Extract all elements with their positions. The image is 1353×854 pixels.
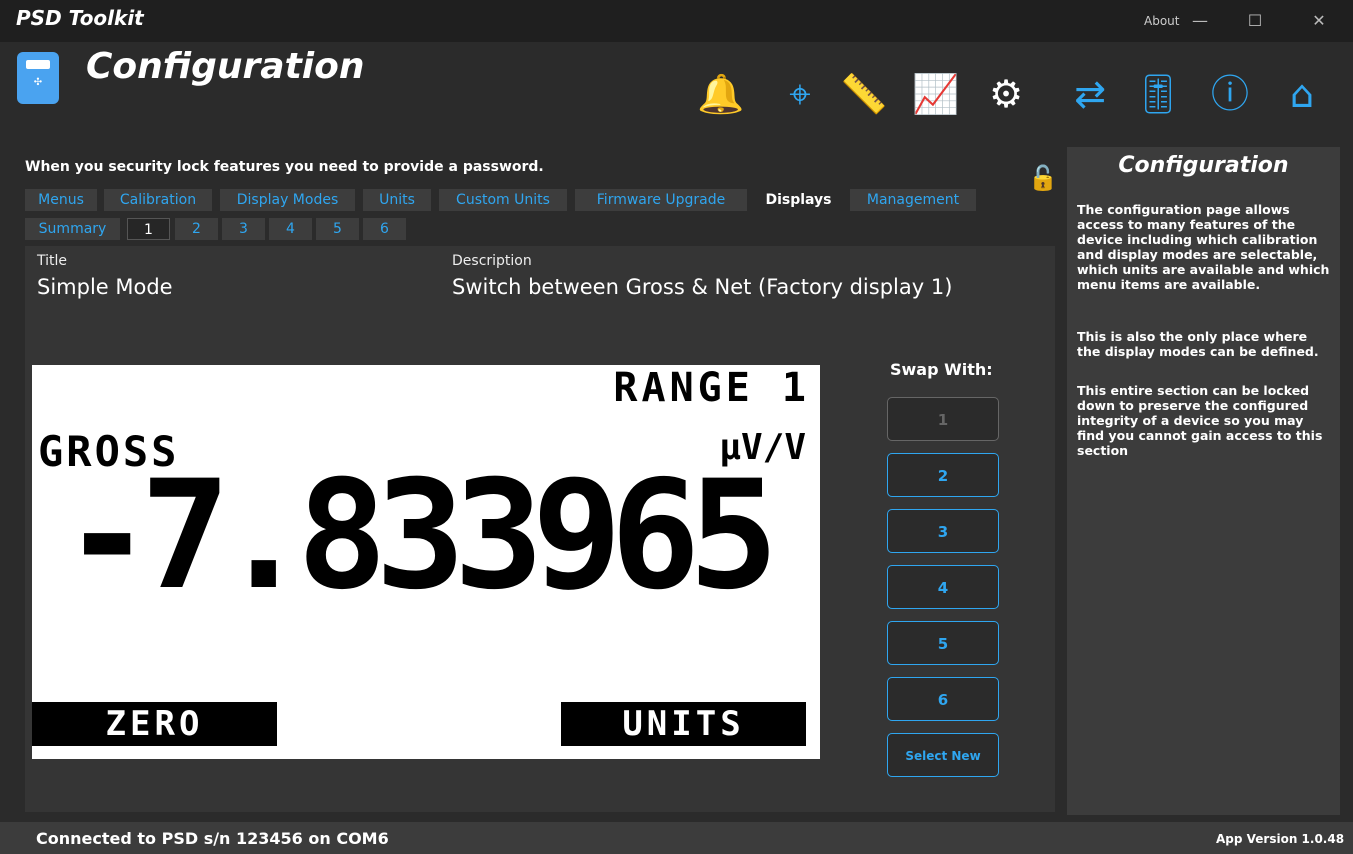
tab-firmware-upgrade[interactable]: Firmware Upgrade — [575, 189, 747, 211]
lcd-preview: RANGE 1 GROSS µV/V -7.833965 ZERO UNITS — [32, 365, 820, 759]
page-title: Configuration — [86, 46, 365, 87]
target-icon[interactable]: ⌖ — [776, 70, 824, 118]
info-title: Configuration — [1118, 153, 1289, 178]
info-paragraph: This entire section can be locked down t… — [1077, 383, 1323, 458]
swap-button-1: 1 — [887, 397, 999, 441]
tab-custom-units[interactable]: Custom Units — [439, 189, 567, 211]
info-icon[interactable]: ⓘ — [1206, 70, 1254, 118]
description-value: Switch between Gross & Net (Factory disp… — [452, 275, 953, 299]
swap-button-6[interactable]: 6 — [887, 677, 999, 721]
app-version: App Version 1.0.48 — [1216, 832, 1345, 846]
home-icon[interactable]: ⌂ — [1278, 70, 1326, 118]
lock-message: When you security lock features you need… — [25, 159, 544, 175]
lcd-zero-button: ZERO — [32, 702, 277, 746]
subtab-summary[interactable]: Summary — [25, 218, 120, 240]
title-label: Title — [37, 253, 68, 269]
alarm-icon[interactable]: 🔔 — [697, 70, 745, 118]
swap-button-5[interactable]: 5 — [887, 621, 999, 665]
tab-units[interactable]: Units — [363, 189, 431, 211]
tab-calibration[interactable]: Calibration — [104, 189, 212, 211]
lcd-units-button: UNITS — [561, 702, 806, 746]
tab-menus[interactable]: Menus — [25, 189, 97, 211]
maximize-icon[interactable]: ☐ — [1240, 8, 1270, 34]
app-title: PSD Toolkit — [16, 6, 144, 30]
swap-button-3[interactable]: 3 — [887, 509, 999, 553]
swap-button-4[interactable]: 4 — [887, 565, 999, 609]
title-value: Simple Mode — [37, 275, 173, 299]
lcd-reading: -7.833965 — [62, 449, 779, 623]
subtab-6[interactable]: 6 — [363, 218, 406, 240]
settings-icon[interactable]: ⚙ — [982, 70, 1030, 118]
lcd-range: RANGE 1 — [613, 365, 810, 411]
description-label: Description — [452, 253, 532, 269]
close-icon[interactable]: ✕ — [1304, 8, 1334, 34]
info-paragraph: This is also the only place where the di… — [1077, 329, 1319, 359]
tab-display-modes[interactable]: Display Modes — [220, 189, 355, 211]
info-paragraph: The configuration page allows access to … — [1077, 202, 1330, 292]
device-icon: ✣ — [17, 52, 59, 104]
subtab-1[interactable]: 1 — [127, 218, 170, 240]
chart-icon[interactable]: 📈 — [912, 70, 960, 118]
swap-title: Swap With: — [890, 360, 993, 379]
subtab-5[interactable]: 5 — [316, 218, 359, 240]
sliders-icon[interactable]: 🎚 — [1134, 70, 1182, 118]
ruler-icon[interactable]: 📏 — [840, 70, 888, 118]
select-new-button[interactable]: Select New — [887, 733, 999, 777]
about-link[interactable]: About — [1144, 14, 1179, 28]
unlock-icon[interactable]: 🔓 — [1028, 164, 1058, 194]
file-transfer-icon[interactable]: ⇄ — [1066, 70, 1114, 118]
subtab-4[interactable]: 4 — [269, 218, 312, 240]
subtab-3[interactable]: 3 — [222, 218, 265, 240]
tab-displays[interactable]: Displays — [755, 189, 842, 211]
connection-status: Connected to PSD s/n 123456 on COM6 — [36, 829, 389, 848]
minimize-icon[interactable]: — — [1185, 8, 1215, 34]
tab-management[interactable]: Management — [850, 189, 976, 211]
swap-button-2[interactable]: 2 — [887, 453, 999, 497]
subtab-2[interactable]: 2 — [175, 218, 218, 240]
